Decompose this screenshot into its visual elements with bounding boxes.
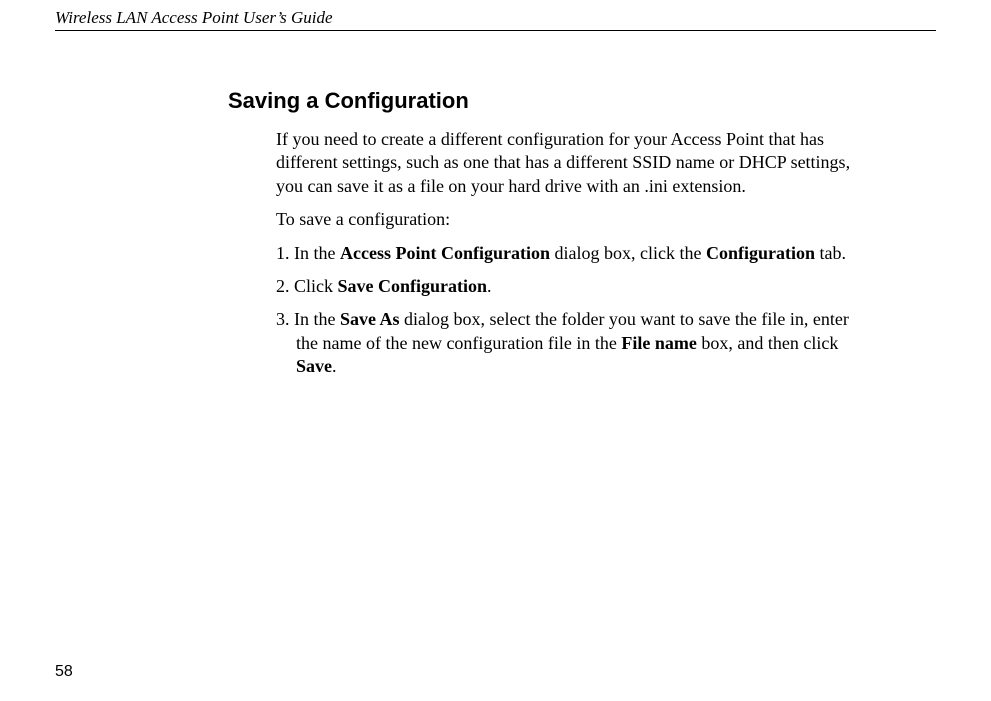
lead-paragraph: To save a configuration: [276, 208, 861, 231]
step-1: 1. In the Access Point Configuration dia… [276, 242, 861, 265]
content-area: Saving a Configuration If you need to cr… [228, 88, 861, 389]
step-2-bold-a: Save Configuration [338, 276, 488, 296]
intro-paragraph: If you need to create a different config… [276, 128, 861, 198]
step-1-bold-b: Configuration [706, 243, 815, 263]
step-3-bold-c: Save [296, 356, 332, 376]
header-rule [55, 30, 936, 31]
step-3-text-c: box, and then click [697, 333, 838, 353]
page-number: 58 [55, 663, 73, 681]
step-1-text-c: tab. [815, 243, 846, 263]
step-2-text-a: 2. Click [276, 276, 338, 296]
step-2-text-b: . [487, 276, 492, 296]
step-3: 3. In the Save As dialog box, select the… [276, 308, 861, 378]
step-1-text-a: 1. In the [276, 243, 340, 263]
step-1-text-b: dialog box, click the [550, 243, 706, 263]
step-3-bold-a: Save As [340, 309, 400, 329]
header-title: Wireless LAN Access Point User’s Guide [55, 8, 333, 27]
step-3-text-d: . [332, 356, 337, 376]
step-3-bold-b: File name [621, 333, 696, 353]
section-heading: Saving a Configuration [228, 88, 861, 114]
step-1-bold-a: Access Point Configuration [340, 243, 550, 263]
step-3-text-a: 3. In the [276, 309, 340, 329]
section-body: If you need to create a different config… [276, 128, 861, 379]
step-2: 2. Click Save Configuration. [276, 275, 861, 298]
page-header: Wireless LAN Access Point User’s Guide [55, 8, 936, 32]
